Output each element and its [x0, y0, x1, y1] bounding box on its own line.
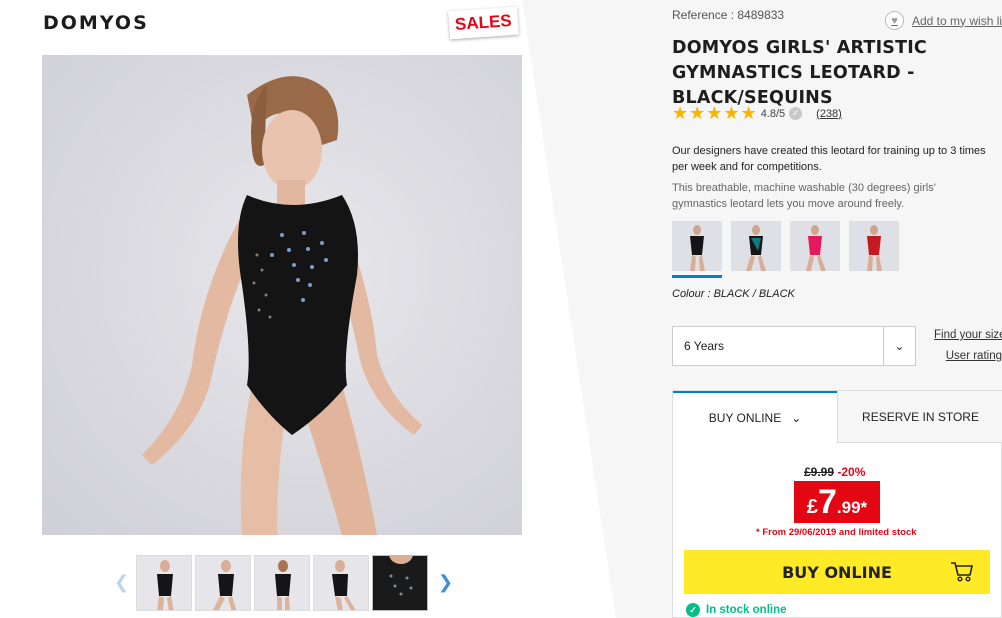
swatch-red[interactable] — [849, 221, 899, 278]
colour-swatches — [672, 221, 899, 278]
swatch-pink[interactable] — [790, 221, 840, 278]
rating-value: 4.8/5 — [760, 107, 786, 120]
brand-logo[interactable]: DOMYOS — [43, 12, 149, 34]
thumbnail-3[interactable] — [254, 555, 310, 611]
current-price: £ 7 .99* — [794, 481, 880, 523]
product-page: DOMYOS SALES ❮ ❯ Reference: 8489833 ♥ A… — [0, 0, 1002, 618]
buy-online-label: BUY ONLINE — [782, 562, 892, 582]
user-rating-link[interactable]: User rating — [934, 346, 1002, 367]
tab-buy-online[interactable]: BUY ONLINE ⌄ — [673, 391, 837, 443]
thumbnail-image — [213, 560, 237, 610]
check-icon: ✓ — [686, 603, 700, 617]
chevron-down-icon: ⌄ — [883, 327, 915, 365]
product-description: Our designers have created this leotard … — [672, 145, 986, 173]
gallery-prev-icon[interactable]: ❮ — [114, 572, 129, 593]
wishlist-link[interactable]: ♥ Add to my wish list — [885, 11, 1002, 30]
thumbnail-strip — [136, 555, 428, 611]
sales-badge: SALES — [448, 6, 519, 40]
size-select[interactable]: 6 Years ⌄ — [672, 326, 916, 366]
stock-status-label: In stock online — [706, 604, 787, 616]
swatch-image — [672, 221, 722, 271]
old-price: £9.99 -20% — [804, 465, 865, 479]
tab-reserve-in-store[interactable]: RESERVE IN STORE — [837, 391, 1002, 443]
star-rating-icon: ★★★★★ — [672, 103, 758, 123]
main-product-image[interactable] — [42, 55, 522, 535]
size-selected-value: 6 Years — [684, 339, 725, 353]
thumbnail-1[interactable] — [136, 555, 192, 611]
thumbnail-image — [157, 560, 174, 610]
product-description-secondary: This breathable, machine washable (30 de… — [672, 182, 936, 210]
size-links: Find your size User rating — [934, 325, 1002, 367]
thumbnail-image — [332, 560, 356, 610]
price-currency: £ — [806, 496, 818, 518]
buy-online-button[interactable]: BUY ONLINE — [684, 550, 990, 594]
tab-buy-online-label: BUY ONLINE — [708, 411, 782, 425]
product-rating: ★★★★★ 4.8/5 ✓ (238) — [672, 103, 842, 124]
gallery-next-icon[interactable]: ❯ — [438, 572, 453, 593]
find-your-size-link[interactable]: Find your size — [934, 325, 1002, 346]
thumbnail-5[interactable] — [372, 555, 428, 611]
original-price: £9.99 — [804, 465, 835, 479]
colour-label: Colour : BLACK / BLACK — [672, 288, 795, 300]
product-title: DOMYOS GIRLS' ARTISTIC GYMNASTICS LEOTAR… — [672, 38, 927, 108]
swatch-image — [731, 221, 781, 271]
gymnast-illustration — [142, 76, 422, 535]
thumbnail-4[interactable] — [313, 555, 369, 611]
swatch-black[interactable] — [672, 221, 722, 278]
rating-info-icon[interactable]: ✓ — [789, 107, 803, 120]
thumbnail-2[interactable] — [195, 555, 251, 611]
swatch-image — [790, 221, 840, 271]
heart-icon: ♥ — [885, 11, 904, 30]
cart-icon — [951, 562, 973, 582]
swatch-image — [849, 221, 899, 271]
price-integer: 7 — [817, 483, 837, 521]
price-note: * From 29/06/2019 and limited stock — [756, 527, 917, 538]
chevron-down-icon: ⌄ — [791, 411, 802, 425]
thumbnail-image — [373, 556, 427, 610]
stock-status: ✓ In stock online — [686, 603, 787, 617]
wishlist-label: Add to my wish list — [912, 13, 1002, 28]
discount-percent: -20% — [837, 465, 866, 479]
swatch-black-teal[interactable] — [731, 221, 781, 278]
thumbnail-image — [275, 560, 291, 610]
review-count-link[interactable]: (238) — [816, 108, 842, 120]
product-reference: Reference : 8489833 — [672, 8, 785, 22]
price-decimal: .99* — [836, 498, 868, 517]
